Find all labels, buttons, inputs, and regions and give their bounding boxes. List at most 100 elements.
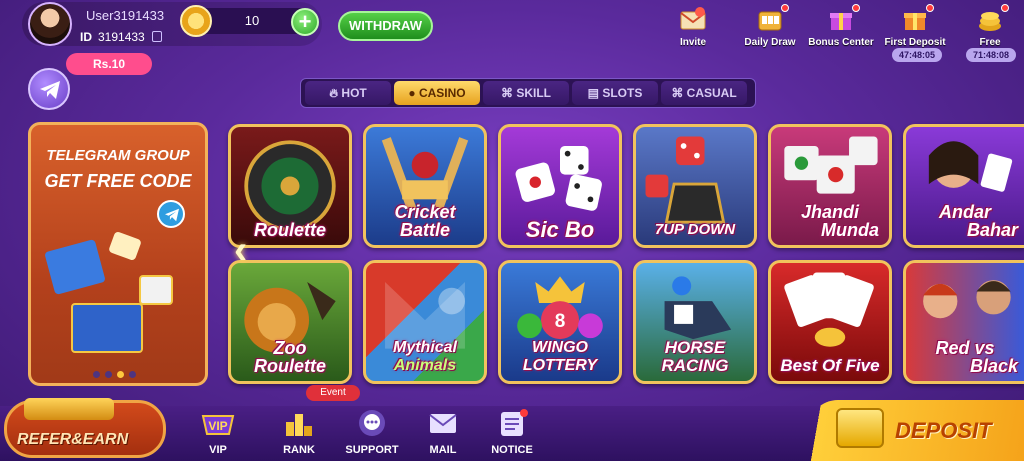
bonus-center-button[interactable]: Bonus Center — [806, 4, 876, 56]
user-id-label: ID — [80, 30, 92, 44]
nav-mail-label: MAIL — [429, 444, 457, 456]
game-title-line2: Roulette — [254, 356, 326, 376]
balance-value: 10 — [244, 13, 260, 28]
banner-subtitle: GET FREE CODE — [44, 171, 192, 191]
nav-notice-label: NOTICE — [491, 444, 533, 456]
game-best-of-five[interactable]: Best Of Five — [768, 260, 892, 384]
free-timer: 71:48:08 — [966, 48, 1016, 62]
game-title-line1: Mythical — [392, 339, 457, 356]
game-title-line1: Andar — [938, 202, 991, 222]
telegram-icon — [157, 200, 185, 228]
tab-casual-label: CASUAL — [686, 86, 737, 100]
gift-box-icon — [139, 275, 173, 305]
game-title-line1: Jhandi — [800, 202, 859, 222]
banner-title: TELEGRAM GROUP — [46, 147, 190, 164]
deposit-label: DEPOSIT — [895, 418, 992, 443]
pagination-dot-active[interactable] — [117, 371, 124, 378]
nav-vip[interactable]: VIP VIP — [183, 404, 253, 461]
gamepad-icon: ⌘ — [500, 86, 513, 100]
pagination-dot[interactable] — [129, 371, 136, 378]
game-wingo-lottery[interactable]: 8 WINGO LOTTERY — [498, 260, 622, 384]
invite-label: Invite — [679, 37, 707, 48]
mail-icon — [429, 414, 457, 433]
coin-icon — [180, 5, 212, 37]
svg-text:8: 8 — [555, 311, 566, 332]
game-title: Best Of Five — [780, 356, 880, 375]
daily-draw-notification-dot — [781, 4, 789, 12]
person-icon: ● — [408, 86, 416, 100]
daily-draw-button[interactable]: Daily Draw — [735, 4, 805, 56]
game-title-line1: Cricket — [394, 202, 456, 222]
tab-hot[interactable]: 🔥︎ HOT — [305, 81, 391, 105]
scroll-left-arrow-icon[interactable]: ‹ — [234, 228, 247, 273]
telegram-reward-bubble: Rs.10 — [66, 53, 152, 75]
free-notification-dot — [1001, 4, 1009, 12]
telegram-button[interactable] — [28, 68, 70, 110]
gamepad-icon: ⌘ — [671, 86, 684, 100]
first-deposit-notification-dot — [926, 4, 934, 12]
tab-skill[interactable]: ⌘ SKILL — [483, 81, 569, 105]
tab-slots[interactable]: ▤ SLOTS — [572, 81, 658, 105]
nav-notice[interactable]: NOTICE — [477, 404, 547, 461]
bonus-center-notification-dot — [852, 4, 860, 12]
gift-box-icon — [44, 239, 106, 295]
tab-slots-label: SLOTS — [602, 86, 643, 100]
game-horse-racing[interactable]: HORSE RACING — [633, 260, 757, 384]
flame-icon: 🔥︎ — [329, 86, 339, 100]
cart-icon — [836, 408, 884, 448]
nav-support-label: SUPPORT — [345, 444, 399, 456]
game-title-line2: Bahar — [966, 220, 1018, 240]
category-tabs: 🔥︎ HOT ● CASINO ⌘ SKILL ▤ SLOTS ⌘ CASUAL — [300, 78, 756, 108]
game-andar-bahar[interactable]: Andar Bahar — [903, 124, 1024, 248]
game-red-vs-black[interactable]: Red vs Black — [903, 260, 1024, 384]
gift-box-icon — [108, 230, 142, 262]
game-jhandi-munda[interactable]: Jhandi Munda — [768, 124, 892, 248]
tab-casual[interactable]: ⌘ CASUAL — [661, 81, 747, 105]
game-title-line2: LOTTERY — [522, 357, 598, 374]
game-sic-bo[interactable]: Sic Bo — [498, 124, 622, 248]
notice-icon — [501, 409, 528, 436]
game-title-line2: RACING — [661, 356, 729, 375]
daily-draw-label: Daily Draw — [744, 37, 796, 48]
game-title-line1: WINGO — [532, 339, 588, 356]
telegram-promo-banner[interactable]: TELEGRAM GROUP GET FREE CODE — [28, 122, 208, 386]
game-7up-down[interactable]: 7UP DOWN — [633, 124, 757, 248]
game-mythical-animals[interactable]: Mythical Animals — [363, 260, 487, 384]
rank-trophy-icon — [286, 414, 312, 436]
nav-rank[interactable]: RANK — [264, 404, 334, 461]
username: User3191433 — [86, 8, 165, 23]
game-title-line2: Black — [969, 356, 1018, 376]
nav-support[interactable]: SUPPORT — [337, 404, 407, 461]
refer-earn-label: REFER&EARN — [17, 431, 129, 448]
game-cricket-battle[interactable]: Cricket Battle — [363, 124, 487, 248]
withdraw-button[interactable]: WITHDRAW — [338, 11, 433, 41]
game-zoo-roulette[interactable]: Zoo Roulette — [228, 260, 352, 384]
game-title-line1: HORSE — [664, 338, 726, 357]
pagination-dot[interactable] — [93, 371, 100, 378]
nav-rank-label: RANK — [283, 444, 315, 456]
copy-icon[interactable] — [152, 31, 162, 42]
top-bar: User3191433 ID 3191433 10 + WITHDRAW Inv… — [0, 0, 1024, 62]
money-stack-icon — [24, 398, 114, 420]
vip-badge-icon: VIP — [201, 415, 235, 435]
game-title-line2: Animals — [393, 357, 457, 374]
game-title: 7UP DOWN — [654, 221, 736, 238]
tab-skill-label: SKILL — [516, 86, 551, 100]
game-title-line1: Red vs — [935, 338, 995, 358]
tab-casino[interactable]: ● CASINO — [394, 81, 480, 105]
event-badge: Event — [306, 385, 360, 401]
first-deposit-label: First Deposit — [884, 37, 946, 48]
pagination-dot[interactable] — [105, 371, 112, 378]
add-funds-button[interactable]: + — [291, 8, 319, 36]
bonus-center-label: Bonus Center — [808, 37, 874, 48]
user-id: 3191433 — [98, 30, 145, 44]
game-title: Sic Bo — [525, 217, 595, 242]
svg-text:VIP: VIP — [208, 419, 227, 433]
invite-button[interactable]: Invite — [658, 4, 728, 56]
nav-vip-label: VIP — [209, 444, 227, 456]
gift-box-icon — [71, 303, 143, 353]
avatar[interactable] — [28, 2, 72, 46]
tab-casino-label: CASINO — [418, 86, 466, 100]
nav-mail[interactable]: MAIL — [408, 404, 478, 461]
tab-hot-label: HOT — [341, 86, 367, 100]
